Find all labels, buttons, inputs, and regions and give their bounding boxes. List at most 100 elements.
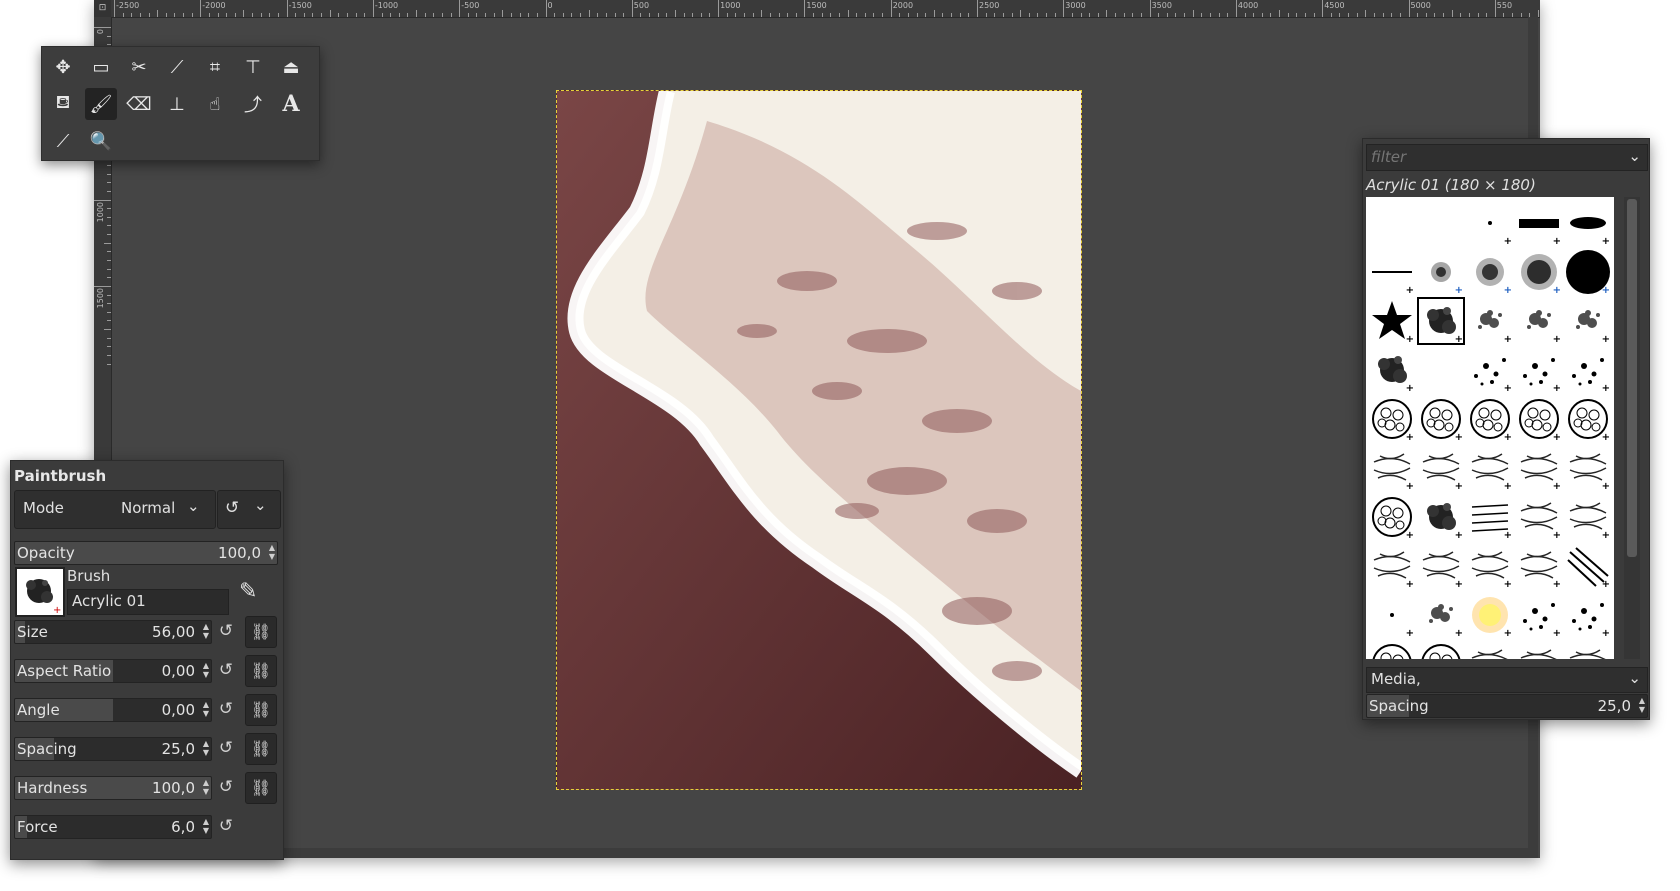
spin-arrows-icon[interactable]: ▲ ▼	[1639, 696, 1645, 714]
reset-icon[interactable]: ↺	[216, 777, 236, 797]
brush-thumbnail[interactable]: +	[1417, 248, 1465, 296]
brush-thumbnail[interactable]: +	[1515, 395, 1563, 443]
spin-arrows-icon[interactable]: ▲ ▼	[203, 622, 209, 640]
brush-thumbnail[interactable]: +	[1515, 591, 1563, 639]
brush-thumbnail[interactable]: +	[1417, 395, 1465, 443]
color-picker-tool[interactable]: ⟋	[47, 125, 79, 157]
bucket-fill-tool[interactable]: ⛾	[47, 88, 79, 120]
brush-thumbnail[interactable]: +	[1515, 542, 1563, 590]
brush-thumbnail[interactable]: +	[1564, 542, 1612, 590]
brush-thumbnail[interactable]: +	[1466, 591, 1514, 639]
brush-thumbnail[interactable]: +	[1515, 640, 1563, 659]
spacing-slider[interactable]: Spacing 25,0 ▲ ▼	[14, 737, 212, 761]
brush-thumbnail[interactable]: +	[1368, 444, 1416, 492]
brush-filter[interactable]: ⌄	[1366, 144, 1648, 171]
brush-thumbnail[interactable]: +	[1466, 493, 1514, 541]
reset-icon[interactable]: ↺	[216, 738, 236, 758]
spin-arrows-icon[interactable]: ▲ ▼	[203, 700, 209, 718]
brush-thumbnail[interactable]: +	[1466, 248, 1514, 296]
filter-input[interactable]	[1371, 148, 1611, 166]
brush-thumbnail[interactable]: +	[1515, 493, 1563, 541]
angle-slider[interactable]: Angle 0,00 ▲ ▼	[14, 698, 212, 722]
fuzzy-select-tool[interactable]: ⟋	[161, 51, 193, 83]
brush-thumbnail[interactable]: +	[1417, 297, 1465, 345]
link-to-dynamics-icon[interactable]: ⛓	[245, 616, 277, 648]
quick-mask-toggle-icon[interactable]: ⊡	[94, 0, 111, 17]
brush-thumbnail[interactable]: +	[1466, 444, 1514, 492]
brush-thumbnail[interactable]: +	[1417, 493, 1465, 541]
brush-thumbnail[interactable]: +	[1564, 346, 1612, 394]
brush-thumbnail[interactable]: +	[1564, 444, 1612, 492]
hardness-slider[interactable]: Hardness 100,0 ▲ ▼	[14, 776, 212, 800]
eraser-tool[interactable]: ⌫	[123, 88, 155, 120]
edit-brush-icon[interactable]: ✎	[239, 579, 271, 611]
link-to-dynamics-icon[interactable]: ⛓	[245, 655, 277, 687]
aspect-ratio-slider[interactable]: Aspect Ratio 0,00 ▲ ▼	[14, 659, 212, 683]
brush-thumbnail[interactable]: +	[1515, 297, 1563, 345]
tag-combo[interactable]: Media, ⌄	[1366, 667, 1648, 693]
brush-thumbnail[interactable]: +	[1466, 395, 1514, 443]
clone-tool[interactable]: ⊥	[161, 88, 193, 120]
brush-thumbnail[interactable]: +	[1564, 493, 1612, 541]
brush-thumbnail[interactable]: +	[1564, 199, 1612, 247]
brush-thumbnail[interactable]: +	[1466, 346, 1514, 394]
reset-icon[interactable]: ↺	[216, 621, 236, 641]
link-to-dynamics-icon[interactable]: ⛓	[245, 694, 277, 726]
image-canvas[interactable]	[556, 90, 1082, 790]
brush-thumbnail[interactable]: +	[1515, 346, 1563, 394]
link-to-dynamics-icon[interactable]: ⛓	[245, 772, 277, 804]
brush-thumbnail[interactable]: +	[1466, 542, 1514, 590]
brush-preview-button[interactable]: +	[15, 567, 65, 617]
smudge-tool[interactable]: ☝	[199, 88, 231, 120]
brush-thumbnail[interactable]	[1417, 199, 1465, 247]
opacity-slider[interactable]: Opacity 100,0 ▲ ▼	[14, 541, 278, 565]
brush-grid[interactable]: + + + + + + + + + + + + + + + + + + + + + + + + + + + + + + + + + + + + + + + +…	[1366, 197, 1614, 659]
brush-thumbnail[interactable]: +	[1466, 199, 1514, 247]
reset-icon[interactable]: ↺	[216, 816, 236, 836]
warp-transform-tool[interactable]: ⏏	[275, 51, 307, 83]
brush-thumbnail[interactable]: +	[1564, 395, 1612, 443]
brush-thumbnail[interactable]: +	[1515, 444, 1563, 492]
brush-thumbnail[interactable]: +	[1564, 248, 1612, 296]
link-to-dynamics-icon[interactable]: ⛓	[245, 733, 277, 765]
spin-arrows-icon[interactable]: ▲ ▼	[203, 817, 209, 835]
brush-thumbnail[interactable]: +	[1368, 591, 1416, 639]
brush-thumbnail[interactable]: +	[1564, 297, 1612, 345]
mode-combo[interactable]: Mode Normal ⌄	[14, 490, 216, 529]
reset-icon[interactable]: ↺	[216, 660, 236, 680]
rect-select-tool[interactable]: ▭	[85, 51, 117, 83]
brush-thumbnail[interactable]: +	[1417, 444, 1465, 492]
brush-thumbnail[interactable]: +	[1515, 199, 1563, 247]
brush-thumbnail[interactable]: +	[1368, 248, 1416, 296]
crop-tool[interactable]: ⌗	[199, 51, 231, 83]
paintbrush-tool[interactable]: 🖌	[85, 88, 117, 120]
brush-name-field[interactable]: Acrylic 01	[67, 589, 229, 615]
brush-thumbnail[interactable]: +	[1564, 591, 1612, 639]
brush-thumbnail[interactable]: +	[1466, 297, 1514, 345]
brush-thumbnail[interactable]: +	[1515, 248, 1563, 296]
scrollbar-thumb[interactable]	[1627, 199, 1637, 557]
reset-icon[interactable]: ↺	[216, 699, 236, 719]
text-tool[interactable]: A	[275, 88, 307, 120]
brush-thumbnail[interactable]: +	[1417, 591, 1465, 639]
spin-arrows-icon[interactable]: ▲ ▼	[203, 778, 209, 796]
brush-thumbnail[interactable]: +	[1466, 640, 1514, 659]
horizontal-scrollbar[interactable]	[111, 848, 1528, 858]
brush-thumbnail[interactable]: +	[1417, 640, 1465, 659]
brush-thumbnail[interactable]: +	[1417, 542, 1465, 590]
brush-thumbnail[interactable]: +	[1368, 542, 1416, 590]
brush-thumbnail[interactable]: +	[1564, 640, 1612, 659]
brush-thumbnail[interactable]: +	[1368, 640, 1416, 659]
brush-thumbnail[interactable]: +	[1368, 297, 1416, 345]
brush-grid-scrollbar[interactable]	[1624, 197, 1640, 659]
spin-arrows-icon[interactable]: ▲ ▼	[269, 543, 275, 561]
brush-thumbnail[interactable]: +	[1368, 346, 1416, 394]
free-select-tool[interactable]: ✂	[123, 51, 155, 83]
unified-transform-tool[interactable]: ⊤	[237, 51, 269, 83]
spin-arrows-icon[interactable]: ▲ ▼	[203, 739, 209, 757]
brush-spacing-slider[interactable]: Spacing 25,0 ▲ ▼	[1366, 694, 1648, 718]
brush-thumbnail[interactable]	[1368, 199, 1416, 247]
reset-mode-combo[interactable]: ↺ ⌄	[217, 490, 281, 529]
horizontal-ruler[interactable]: -2500 -2000 -1500 -1000 -500 0 500 1000 1500 2000…	[94, 0, 1540, 18]
zoom-tool[interactable]: 🔍	[85, 125, 117, 157]
